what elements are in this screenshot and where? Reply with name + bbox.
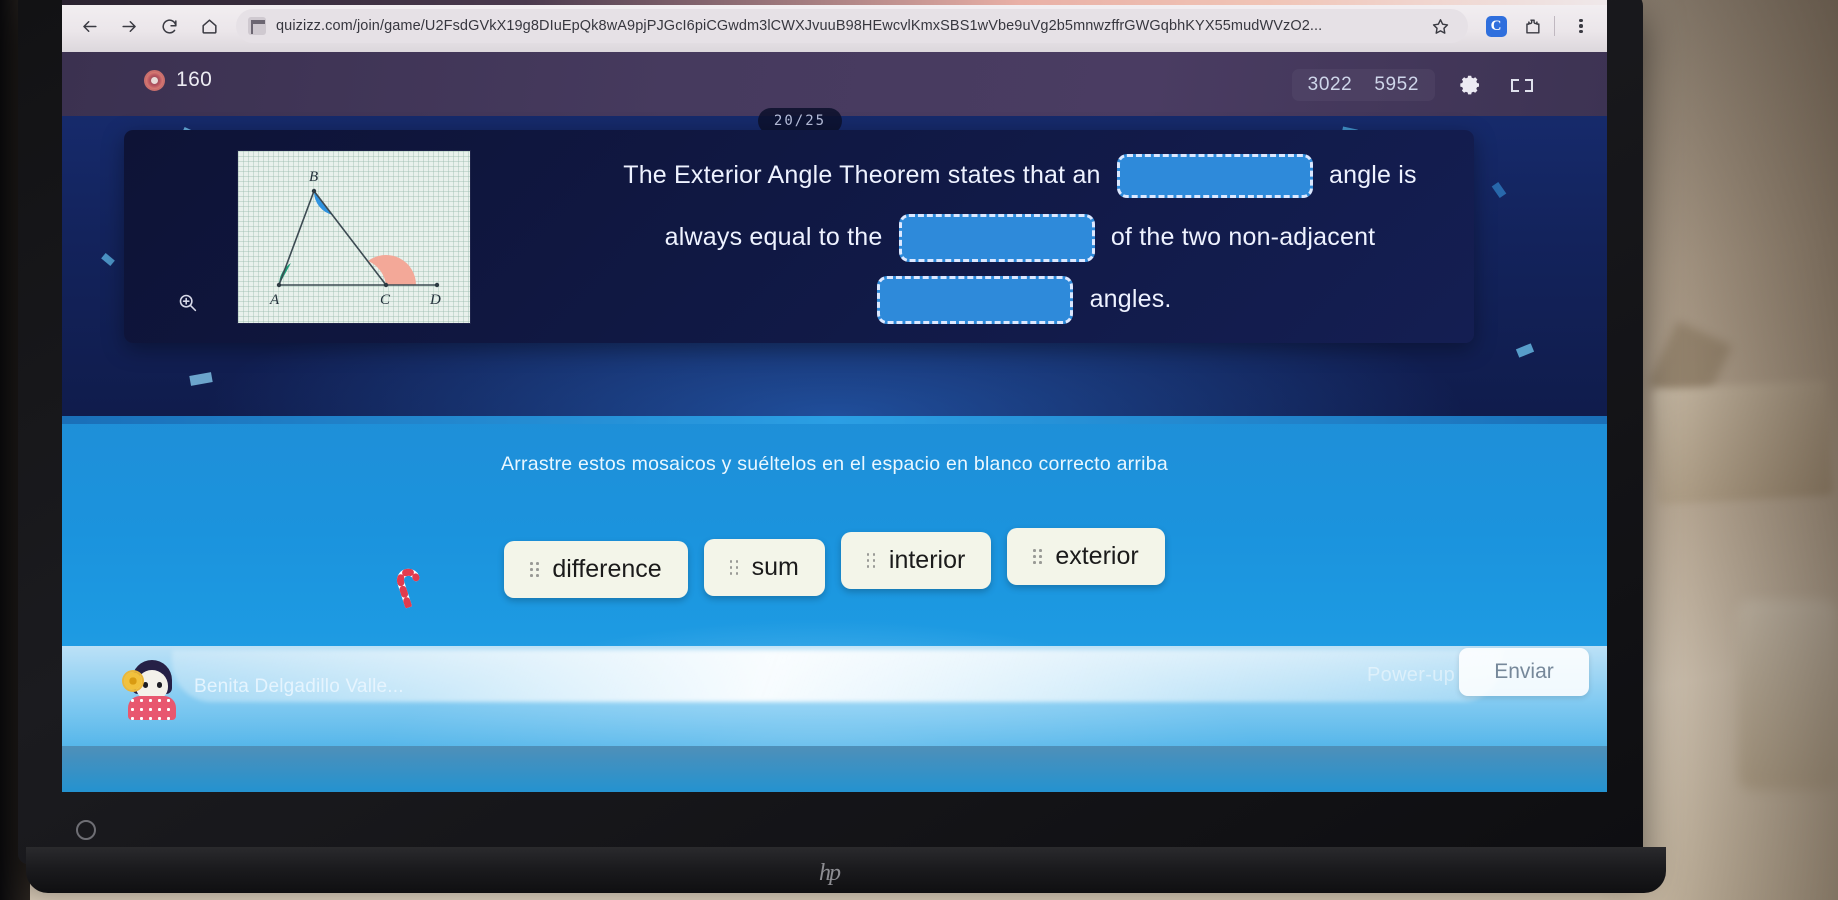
stat-left-value: 3022	[1307, 74, 1353, 95]
triangle-figure-svg: B A C D	[269, 169, 441, 308]
confetti	[101, 252, 115, 267]
confetti	[1491, 181, 1507, 199]
drag-handle-icon[interactable]	[530, 562, 539, 577]
laptop-screen: quizizz.com/join/game/U2FsdGVkX19g8DIuEp…	[62, 0, 1607, 792]
drag-handle-icon[interactable]	[729, 560, 739, 575]
score-value: 160	[176, 68, 213, 91]
question-line1-before: The Exterior Angle Theorem states that a…	[623, 160, 1101, 189]
drag-handle-icon[interactable]	[866, 553, 876, 568]
player-name: Benita Delgadillo Valle...	[194, 676, 404, 697]
side-ab	[278, 190, 315, 285]
question-line3-after: angles.	[1089, 284, 1172, 313]
home-button[interactable]	[192, 9, 226, 43]
three-dot-menu-icon[interactable]	[1565, 10, 1597, 42]
extension-c-icon: C	[1485, 15, 1507, 37]
reload-button[interactable]	[152, 9, 186, 43]
question-line2-before: always equal to the	[664, 222, 883, 251]
menu-dot	[1579, 29, 1583, 34]
player-avatar[interactable]	[124, 656, 180, 720]
stats-pill: 3022 5952	[1291, 69, 1435, 101]
avatar-eye-left	[143, 682, 148, 688]
point-b	[311, 188, 317, 193]
powerup-label[interactable]: Power-up	[1367, 664, 1455, 687]
fullscreen-button[interactable]	[1499, 66, 1545, 104]
avatar-eye-right	[157, 682, 162, 688]
side-bc	[313, 190, 387, 285]
confetti	[189, 372, 213, 386]
gear-icon	[1460, 75, 1479, 95]
answer-tile-sum[interactable]: sum	[703, 539, 825, 596]
power-indicator	[76, 820, 96, 840]
label-a: A	[269, 292, 280, 308]
player-info: Benita Delgadillo Valle...	[124, 656, 404, 720]
triangle-exterior-angle-diagram[interactable]: B A C D	[238, 150, 470, 323]
question-line-2: always equal to the of the two non-adjac…	[600, 206, 1440, 268]
figure-container: B A C D	[124, 130, 584, 343]
answer-tiles-row: difference sum interior exterior	[62, 528, 1607, 598]
answer-tile-label: interior	[888, 546, 966, 574]
drag-handle-icon[interactable]	[1033, 549, 1042, 564]
question-line2-after: of the two non-adjacent	[1110, 222, 1376, 251]
stat-right-value: 5952	[1374, 74, 1419, 95]
laptop-device: quizizz.com/join/game/U2FsdGVkX19g8DIuEp…	[18, 0, 1668, 893]
answer-tile-difference[interactable]: difference	[504, 541, 688, 598]
point-d	[434, 282, 440, 287]
question-line-1: The Exterior Angle Theorem states that a…	[600, 144, 1440, 206]
quizizz-game-page: 160 3022 5952 20/25 B A C D The Exterior…	[62, 52, 1607, 792]
avatar-flower-icon	[124, 672, 142, 690]
header-right-controls: 3022 5952	[1291, 66, 1545, 104]
question-card: B A C D The Exterior Angle Theorem state…	[124, 130, 1474, 343]
answer-blank-2[interactable]	[898, 213, 1095, 262]
answer-tile-label: sum	[751, 553, 799, 581]
score-display: 160	[144, 68, 212, 92]
label-b: B	[309, 169, 318, 185]
answer-tile-label: difference	[552, 555, 662, 583]
fullscreen-icon-left	[1511, 78, 1519, 92]
answer-blank-3[interactable]	[877, 275, 1074, 324]
answer-tile-interior[interactable]: interior	[840, 532, 992, 589]
site-info-icon[interactable]	[248, 17, 266, 35]
coin-icon	[144, 69, 165, 91]
label-d: D	[429, 292, 441, 308]
browser-toolbar: quizizz.com/join/game/U2FsdGVkX19g8DIuEp…	[62, 0, 1607, 52]
confetti	[1515, 343, 1535, 358]
back-button[interactable]	[72, 9, 106, 43]
menu-dot	[1579, 18, 1583, 23]
avatar-dress	[128, 696, 176, 720]
point-a	[276, 282, 282, 287]
question-text: The Exterior Angle Theorem states that a…	[584, 140, 1474, 334]
answer-area-divider	[62, 416, 1607, 424]
question-line-3: angles.	[600, 268, 1440, 330]
hp-brand-logo: hp	[819, 860, 841, 886]
point-c	[383, 282, 389, 287]
answer-tile-exterior[interactable]: exterior	[1007, 528, 1165, 585]
answer-blank-1[interactable]	[1116, 153, 1313, 198]
fullscreen-icon-right	[1525, 78, 1533, 92]
extension-c-button[interactable]: C	[1480, 10, 1512, 42]
bookmark-star-icon[interactable]	[1424, 10, 1456, 42]
tab-strip	[62, 0, 1607, 5]
drag-instruction-text: Arrastre estos mosaicos y suéltelos en e…	[501, 453, 1168, 475]
zoom-in-icon[interactable]	[172, 287, 202, 317]
address-bar[interactable]: quizizz.com/join/game/U2FsdGVkX19g8DIuEp…	[236, 9, 1468, 43]
url-text[interactable]: quizizz.com/join/game/U2FsdGVkX19g8DIuEp…	[276, 18, 1416, 34]
question-line1-after: angle is	[1328, 160, 1417, 189]
settings-gear-button[interactable]	[1447, 66, 1493, 104]
label-c: C	[380, 292, 391, 308]
toolbar-divider	[1554, 16, 1555, 36]
submit-button[interactable]: Enviar	[1459, 648, 1589, 696]
menu-dot	[1579, 24, 1583, 28]
forward-button[interactable]	[112, 9, 146, 43]
answer-tile-label: exterior	[1055, 542, 1139, 570]
extensions-puzzle-icon[interactable]	[1516, 10, 1548, 42]
